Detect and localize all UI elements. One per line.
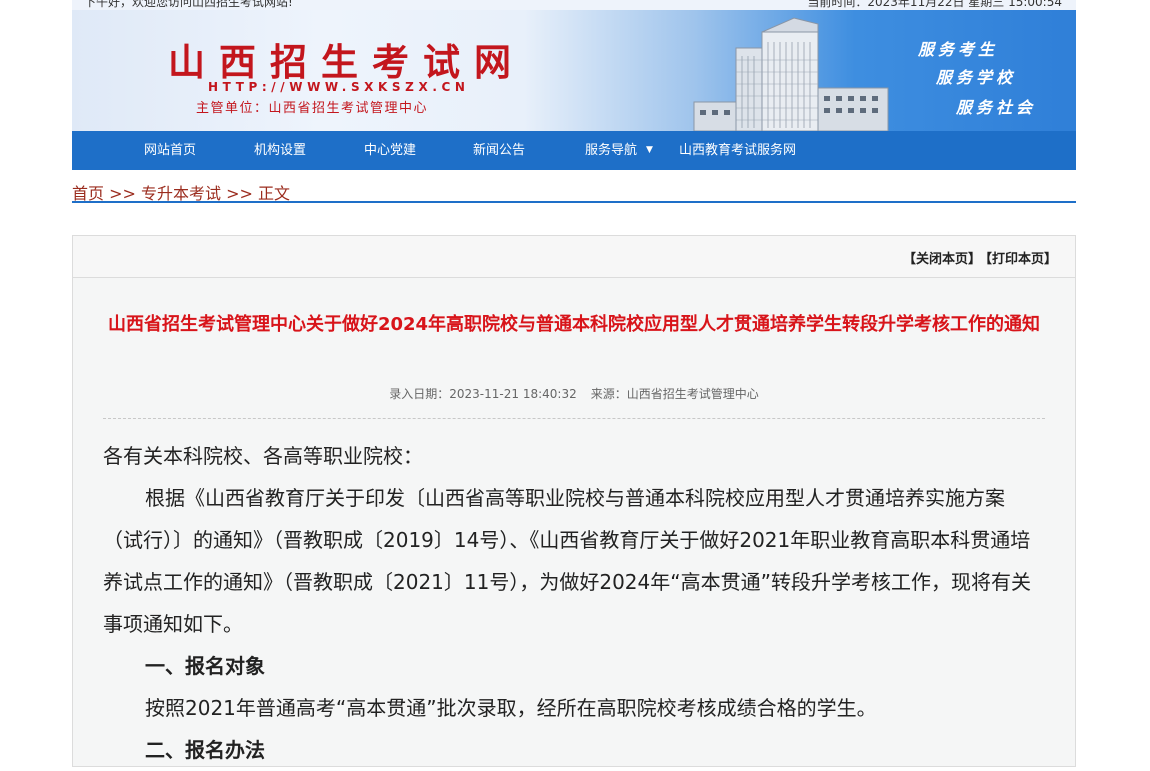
nav-item-organization[interactable]: 机构设置 xyxy=(254,131,306,170)
divider xyxy=(103,418,1045,419)
nav-item-label: 机构设置 xyxy=(254,143,307,158)
close-page-button[interactable]: 【关闭本页】 xyxy=(903,248,981,267)
slogan-2: 服务学校 xyxy=(936,68,1017,87)
paragraph-1: 根据《山西省教育厅关于印发〔山西省高等职业院校与普通本科院校应用型人才贯通培养实… xyxy=(103,486,1031,636)
salutation: 各有关本科院校、各高等职业院校： xyxy=(103,444,423,468)
section-heading-1: 一、报名对象 xyxy=(145,654,265,678)
article-meta: 录入日期：2023-11-21 18:40:32 来源：山西省招生考试管理中心 xyxy=(103,385,1045,402)
nav-item-home[interactable]: 网站首页 xyxy=(144,131,196,170)
article-title: 山西省招生考试管理中心关于做好2024年高职院校与普通本科院校应用型人才贯通培养… xyxy=(107,314,1041,335)
article-panel: 【关闭本页】 【打印本页】 山西省招生考试管理中心关于做好2024年高职院校与普… xyxy=(72,235,1076,767)
breadcrumb-separator: >> xyxy=(109,184,141,203)
source-label: 来源： xyxy=(590,387,627,401)
nav-item-label: 中心党建 xyxy=(364,143,417,158)
site-url: HTTP://WWW.SXKSZX.CN xyxy=(208,80,470,94)
nav-item-exam-service[interactable]: 山西教育考试服务网 xyxy=(679,131,796,170)
paragraph-2: 按照2021年普通高考“高本贯通”批次录取，经所在高职院校考核成绩合格的学生。 xyxy=(145,696,877,720)
nav-item-label: 服务导航 xyxy=(585,143,638,158)
current-time-text: 当前时间：2023年11月22日 星期三 15:00:54 xyxy=(807,0,1062,9)
nav-item-service-nav[interactable]: 服务导航 ▼ xyxy=(585,131,653,170)
slogan-1: 服务考生 xyxy=(918,40,999,59)
site-banner: 山西招生考试网 HTTP://WWW.SXKSZX.CN 主管单位：山西省招生考… xyxy=(72,10,1076,131)
nav-item-label: 新闻公告 xyxy=(473,143,526,158)
nav-item-party[interactable]: 中心党建 xyxy=(364,131,416,170)
site-title[interactable]: 山西招生考试网 xyxy=(168,32,525,86)
print-page-button[interactable]: 【打印本页】 xyxy=(979,248,1057,267)
nav-item-label: 山西教育考试服务网 xyxy=(679,143,797,158)
top-info-strip: 下午好，欢迎您访问山西招生考试网站! 当前时间：2023年11月22日 星期三 … xyxy=(72,0,1076,10)
breadcrumb-separator-glyph: >> xyxy=(226,184,253,203)
breadcrumb: 首页 >> 专升本考试 >> 正文 xyxy=(72,180,1076,203)
main-nav: 网站首页 机构设置 中心党建 新闻公告 服务导航 ▼ 山西教育考试服务网 xyxy=(72,131,1076,170)
building-illustration xyxy=(693,17,889,131)
greeting-text: 下午好，欢迎您访问山西招生考试网站! xyxy=(84,0,293,9)
site-host-unit: 主管单位：山西省招生考试管理中心 xyxy=(196,101,429,116)
article-toolbar: 【关闭本页】 【打印本页】 xyxy=(73,236,1075,278)
date-label: 录入日期： xyxy=(389,387,450,401)
breadcrumb-home[interactable]: 首页 xyxy=(72,184,104,203)
section-heading-2: 二、报名办法 xyxy=(145,738,265,762)
article-body: 各有关本科院校、各高等职业院校： 根据《山西省教育厅关于印发〔山西省高等职业院校… xyxy=(103,435,1033,771)
breadcrumb-current: 正文 xyxy=(258,184,291,203)
chevron-down-icon: ▼ xyxy=(646,145,653,155)
breadcrumb-separator-glyph: >> xyxy=(109,184,136,203)
date-value: 2023-11-21 18:40:32 xyxy=(449,387,577,401)
nav-item-news[interactable]: 新闻公告 xyxy=(473,131,525,170)
breadcrumb-separator: >> xyxy=(226,184,258,203)
source-value: 山西省招生考试管理中心 xyxy=(626,387,759,401)
slogan-3: 服务社会 xyxy=(956,98,1037,117)
breadcrumb-section[interactable]: 专升本考试 xyxy=(141,184,221,203)
nav-item-label: 网站首页 xyxy=(144,143,197,158)
